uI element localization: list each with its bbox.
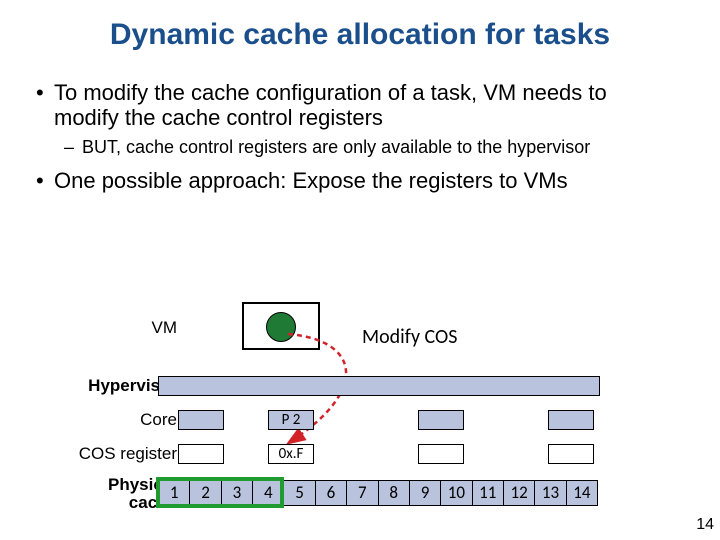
cos-box-0 [178,444,224,464]
label-vm: VM [152,318,178,338]
hypervisor-bar [158,376,600,396]
bullet-2: One possible approach: Expose the regist… [36,168,676,193]
cache-cell: 6 [316,480,347,506]
cache-row: 1 2 3 4 5 6 7 8 9 10 11 12 13 14 [158,480,598,506]
cache-cell: 5 [284,480,315,506]
diagram: VM Hypervisor Core COS register Physical… [52,300,652,520]
cos-box-3 [548,444,594,464]
cache-cell: 7 [347,480,378,506]
cache-cell: 3 [222,480,253,506]
body-text: To modify the cache configuration of a t… [36,80,676,199]
cache-cell: 10 [441,480,472,506]
cache-cell: 2 [190,480,221,506]
cache-cell: 14 [567,480,598,506]
cos-box-2 [418,444,464,464]
bullet-1: To modify the cache configuration of a t… [36,80,676,131]
cache-cell: 11 [473,480,504,506]
slide-title: Dynamic cache allocation for tasks [0,18,720,52]
core-box-0 [178,410,224,430]
cache-cell: 4 [253,480,284,506]
cos-row: 0x.F [158,444,598,464]
cache-cell: 13 [535,480,566,506]
slide-number: 14 [696,516,714,534]
core-row: P 2 [158,410,598,430]
label-modify-cos: Modify COS [362,325,457,349]
bullet-1-sub: BUT, cache control registers are only av… [58,137,676,159]
vm-circle-icon [266,312,296,342]
core-box-3 [548,410,594,430]
cache-cell: 1 [158,480,190,506]
cache-cell: 9 [410,480,441,506]
core-box-2 [418,410,464,430]
cache-cell: 8 [379,480,410,506]
cache-cell: 12 [504,480,535,506]
cos-box-oxF: 0x.F [268,444,314,464]
core-box-p2: P 2 [268,410,314,430]
